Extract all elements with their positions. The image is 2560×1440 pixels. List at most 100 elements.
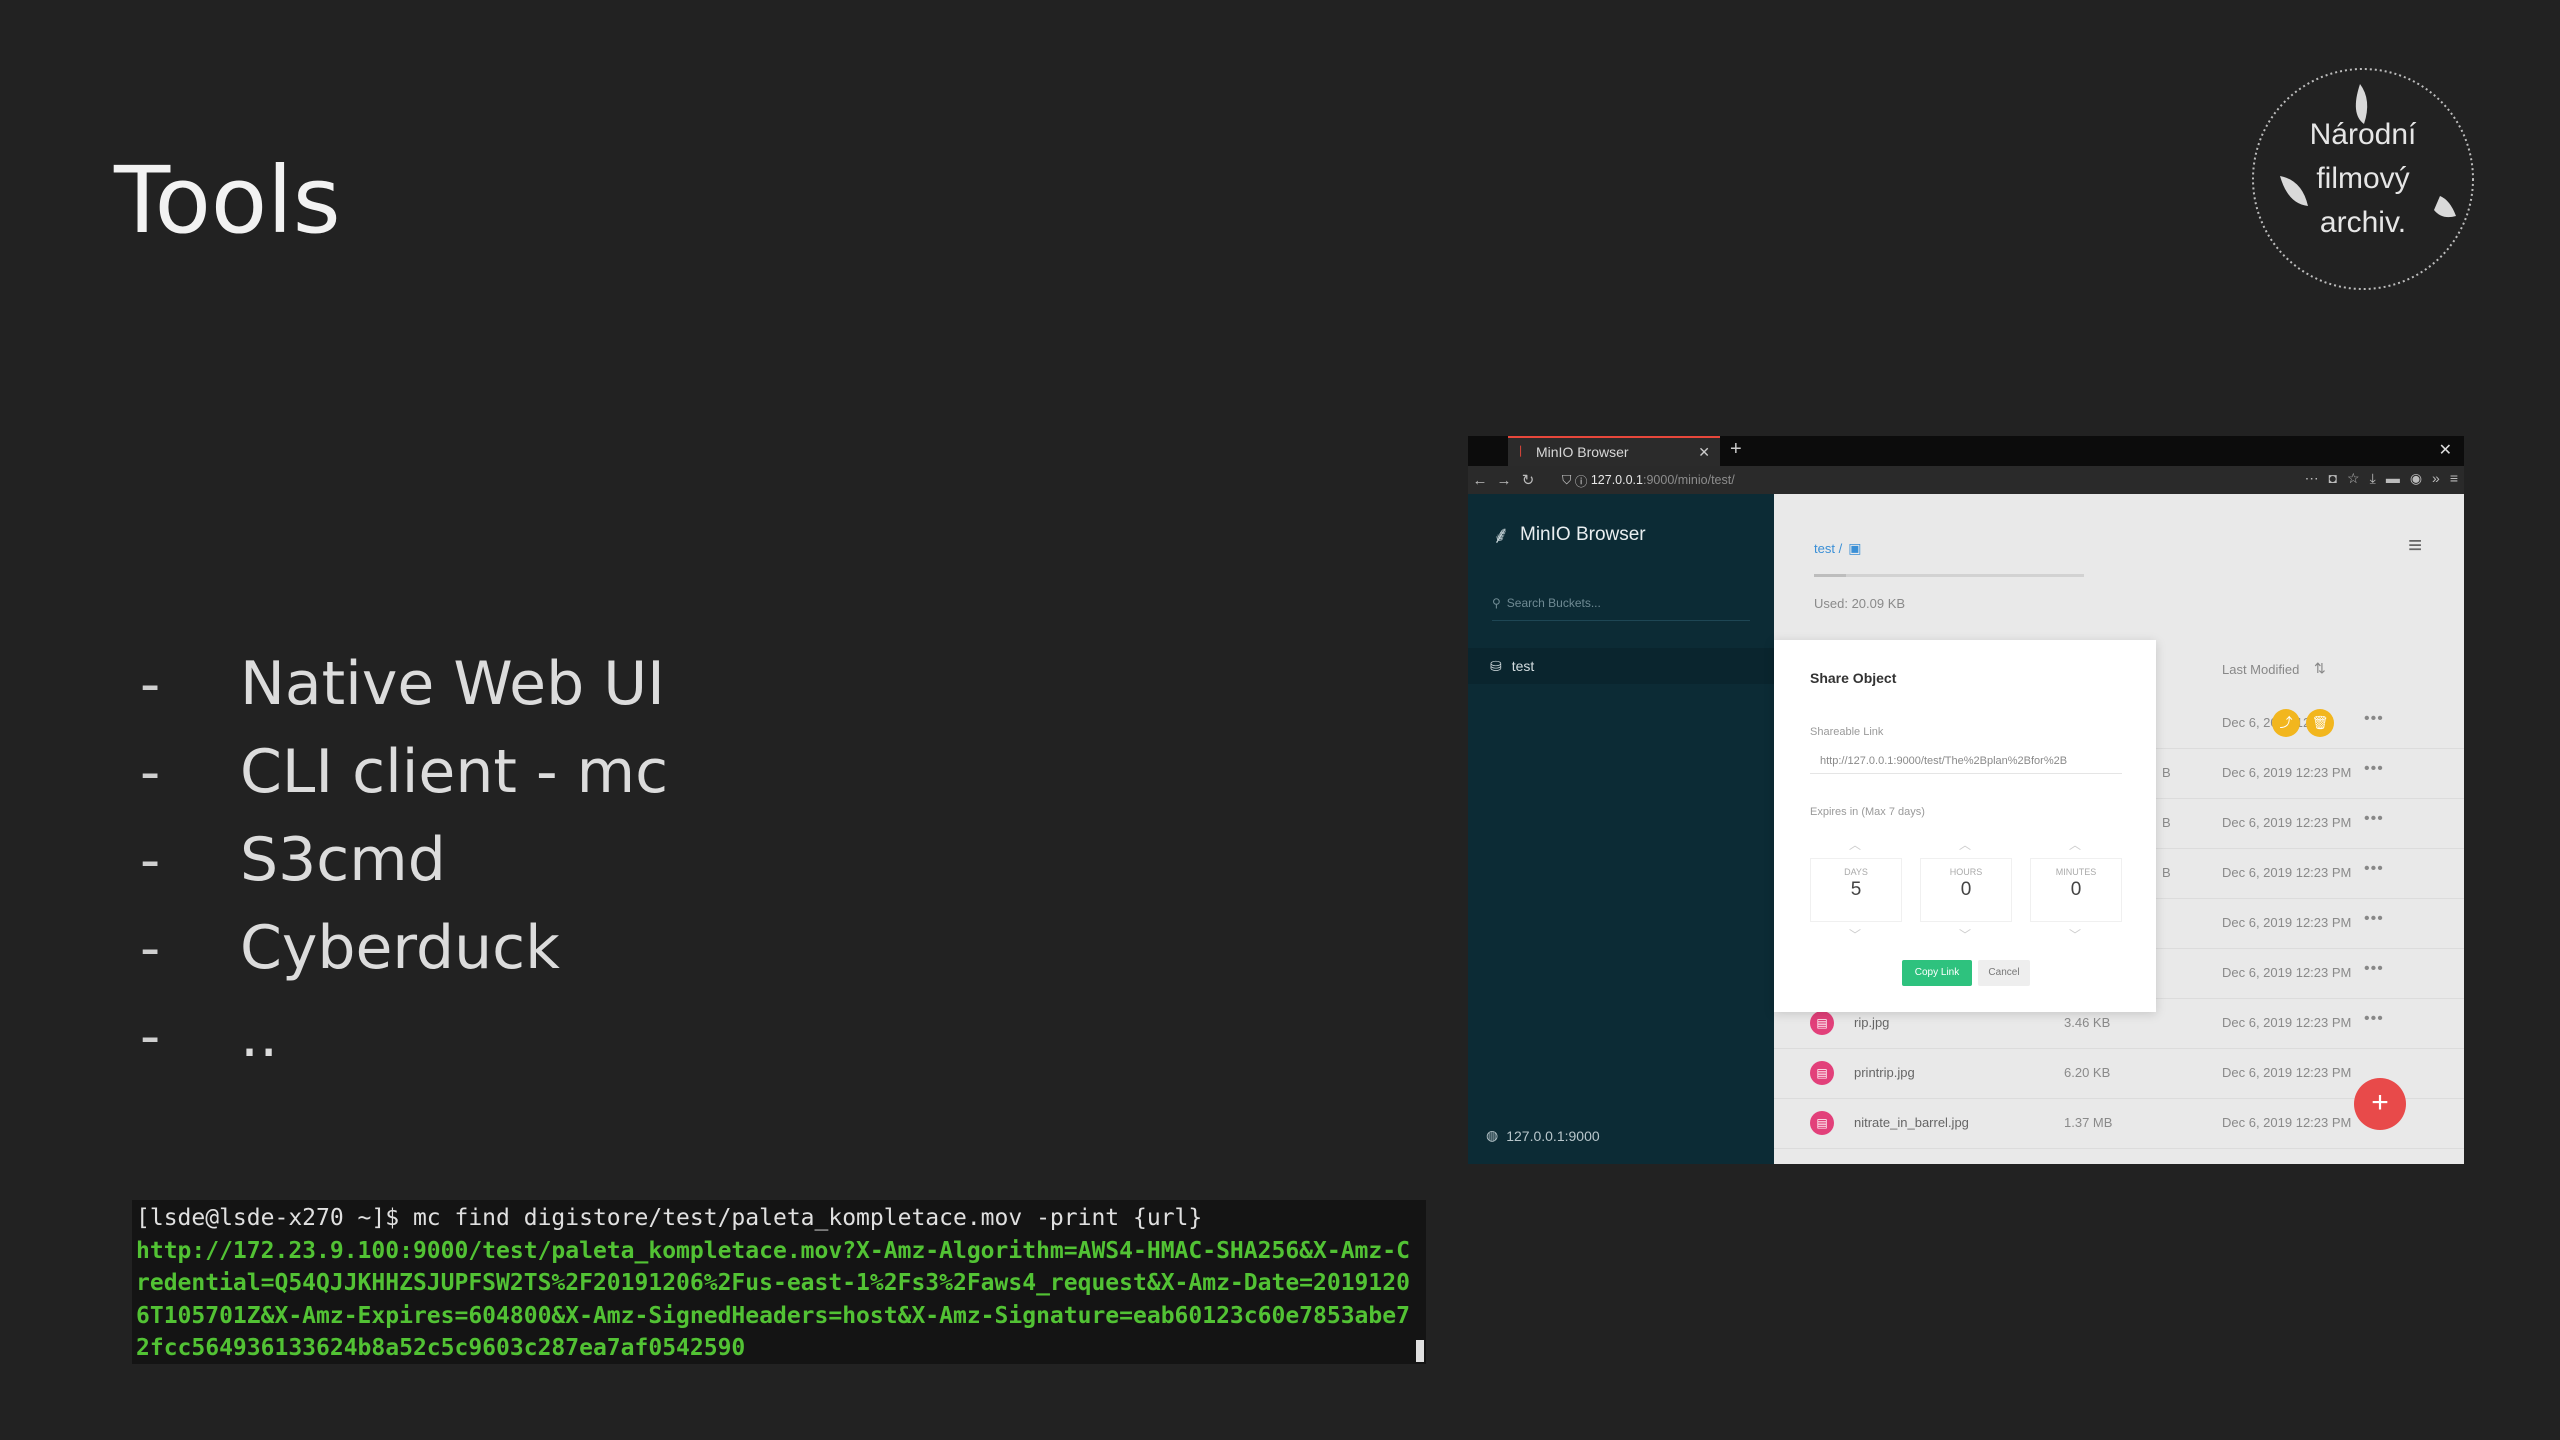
sidebar-item-test-bucket[interactable]: ⛁ test — [1468, 648, 1774, 684]
extension-icon[interactable]: ▬ — [2386, 470, 2400, 487]
sort-icon[interactable]: ⇅ — [2314, 660, 2326, 677]
chevron-up-icon[interactable]: ︿ — [2030, 836, 2120, 853]
hamburger-menu-icon[interactable]: ≡ — [2408, 532, 2422, 560]
bullet-item: - S3cmd — [140, 816, 668, 904]
terminal-cursor — [1416, 1340, 1424, 1362]
search-icon: ⚲ — [1492, 596, 1501, 610]
minio-brand: ⸙ MinIO Browser — [1492, 518, 1646, 551]
expires-label: Expires in (Max 7 days) — [1810, 806, 1925, 818]
chevron-down-icon[interactable]: ﹀ — [1810, 926, 1900, 943]
more-options-icon[interactable]: ••• — [2364, 760, 2384, 778]
breadcrumb-text[interactable]: test / — [1814, 541, 1842, 556]
file-name[interactable]: nitrate_in_barrel.jpg — [1854, 1115, 1969, 1130]
delete-icon[interactable]: 🗑 — [2306, 709, 2334, 737]
menu-icon[interactable]: ≡ — [2450, 470, 2458, 487]
terminal-output-url: http://172.23.9.100:9000/test/paleta_kom… — [136, 1237, 1410, 1362]
minio-app: ⸙ MinIO Browser ⚲ Search Buckets... ⛁ te… — [1468, 494, 2464, 1164]
chevron-down-icon[interactable]: ﹀ — [1920, 926, 2010, 943]
file-size: 3.46 KB — [2064, 1015, 2111, 1030]
bullet-item: - Cyberduck — [140, 904, 668, 992]
days-label: DAYS — [1844, 867, 1868, 877]
more-options-icon[interactable]: ••• — [2364, 710, 2384, 728]
image-file-icon: ▤ — [1810, 1061, 1834, 1085]
copy-link-button[interactable]: Copy Link — [1902, 960, 1972, 986]
bookmark-star-icon[interactable]: ☆ — [2347, 470, 2360, 487]
file-date: Dec 6, 2019 12:23 PM — [2222, 915, 2352, 930]
share-icon[interactable]: ⤴ — [2272, 709, 2300, 737]
chevron-up-icon[interactable]: ︿ — [1810, 836, 1900, 853]
tab-title: MinIO Browser — [1536, 444, 1629, 460]
file-name[interactable]: rip.jpg — [1854, 1015, 1889, 1030]
account-icon[interactable]: ◉ — [2410, 470, 2422, 487]
bullet-dash: - — [140, 739, 161, 805]
info-icon: ⓘ — [1574, 474, 1591, 489]
nav-bar: ← → ↻ ⛉ ⓘ 127.0.0.1:9000/minio/test/ ⋯ ◘… — [1468, 466, 2464, 494]
logo-line-1: Národní — [2310, 118, 2417, 151]
forward-icon[interactable]: → — [1492, 472, 1516, 489]
minio-sidebar: ⸙ MinIO Browser ⚲ Search Buckets... ⛁ te… — [1468, 494, 1774, 1164]
minutes-label: MINUTES — [2055, 867, 2097, 877]
logo-emblem: Národní filmový archiv. — [2252, 68, 2474, 290]
host-address: 127.0.0.1:9000 — [1506, 1127, 1600, 1144]
breadcrumb[interactable]: test / ▣ — [1814, 540, 1861, 557]
tab-minio-browser[interactable]: ❘ MinIO Browser ✕ — [1508, 436, 1720, 466]
shareable-link-input[interactable]: http://127.0.0.1:9000/test/The%2Bplan%2B… — [1810, 748, 2122, 774]
more-options-icon[interactable]: ••• — [2364, 810, 2384, 828]
bullet-list: - Native Web UI - CLI client - mc - S3cmd -… — [140, 640, 668, 1080]
overflow-icon[interactable]: » — [2432, 470, 2440, 487]
file-name[interactable]: printrip.jpg — [1854, 1065, 1915, 1080]
address-bar[interactable]: ⛉ ⓘ 127.0.0.1:9000/minio/test/ — [1562, 470, 2222, 490]
download-icon[interactable]: ⤓ — [2370, 470, 2376, 487]
search-underline — [1492, 620, 1750, 621]
terminal-window[interactable]: [lsde@lsde-x270 ~]$ mc find digistore/te… — [132, 1200, 1426, 1364]
hours-stepper[interactable]: HOURS 0 — [1920, 858, 2012, 922]
bullet-text: Native Web UI — [240, 649, 665, 719]
chevron-down-icon[interactable]: ﹀ — [2030, 926, 2120, 943]
days-stepper[interactable]: DAYS 5 — [1810, 858, 1902, 922]
file-date: Dec 6, 2019 12:23 PM — [2222, 765, 2352, 780]
hours-value: 0 — [1960, 879, 1972, 900]
file-date: Dec 6, 2019 12:23 PM — [2222, 1015, 2352, 1030]
storage-usage-bar — [1814, 574, 2084, 577]
bullet-dash: - — [140, 827, 161, 893]
bucket-search[interactable]: ⚲ Search Buckets... — [1492, 596, 1601, 610]
reload-icon[interactable]: ↻ — [1516, 471, 1540, 489]
more-options-icon[interactable]: ••• — [2364, 1010, 2384, 1028]
bullet-item: -.. — [140, 992, 668, 1080]
bucket-icon: ⛁ — [1490, 657, 1502, 674]
close-icon[interactable]: ✕ — [1698, 444, 1710, 461]
pocket-icon[interactable]: ◘ — [2329, 470, 2337, 487]
new-tab-icon[interactable]: + — [1730, 438, 1742, 461]
share-object-modal: Share Object Shareable Link http://127.0… — [1774, 640, 2156, 1012]
storage-usage-fill — [1814, 574, 1847, 577]
new-folder-icon[interactable]: ▣ — [1848, 540, 1861, 557]
terminal-command: [lsde@lsde-x270 ~]$ mc find digistore/te… — [136, 1205, 1203, 1231]
column-header-last-modified[interactable]: Last Modified — [2222, 662, 2299, 677]
more-options-icon[interactable]: ••• — [2364, 860, 2384, 878]
file-size: 6.20 KB — [2064, 1065, 2111, 1080]
file-date: Dec 6, 2019 12:23 PM — [2222, 815, 2352, 830]
minio-logo-icon: ⸙ — [1492, 522, 1510, 549]
file-date: Dec 6, 2019 12:23 PM — [2222, 865, 2352, 880]
back-icon[interactable]: ← — [1468, 472, 1492, 489]
minutes-stepper[interactable]: MINUTES 0 — [2030, 858, 2122, 922]
image-file-icon: ▤ — [1810, 1011, 1834, 1035]
more-options-icon[interactable]: ••• — [2364, 960, 2384, 978]
url-path: :9000/minio/test/ — [1642, 473, 1735, 487]
nfa-logo: Národní filmový archiv. — [2250, 66, 2476, 292]
bullet-dash: - — [140, 1003, 161, 1069]
cancel-button[interactable]: Cancel — [1978, 960, 2030, 986]
logo-line-3: archiv. — [2320, 206, 2406, 239]
host-info: ◍ 127.0.0.1:9000 — [1486, 1127, 1600, 1144]
bullet-text: Cyberduck — [240, 913, 560, 983]
logo-line-2: filmový — [2316, 162, 2409, 195]
bullet-dash: - — [140, 915, 161, 981]
add-button[interactable]: + — [2354, 1078, 2406, 1130]
more-options-icon[interactable]: ••• — [2364, 910, 2384, 928]
minio-main: test / ▣ Used: 20.09 KB ≡ Last Modified … — [1774, 494, 2464, 1164]
more-icon[interactable]: ⋯ — [2305, 470, 2319, 487]
bullet-text: CLI client - mc — [240, 737, 669, 807]
window-close-icon[interactable]: ✕ — [2439, 440, 2452, 460]
bucket-name: test — [1511, 658, 1535, 674]
chevron-up-icon[interactable]: ︿ — [1920, 836, 2010, 853]
